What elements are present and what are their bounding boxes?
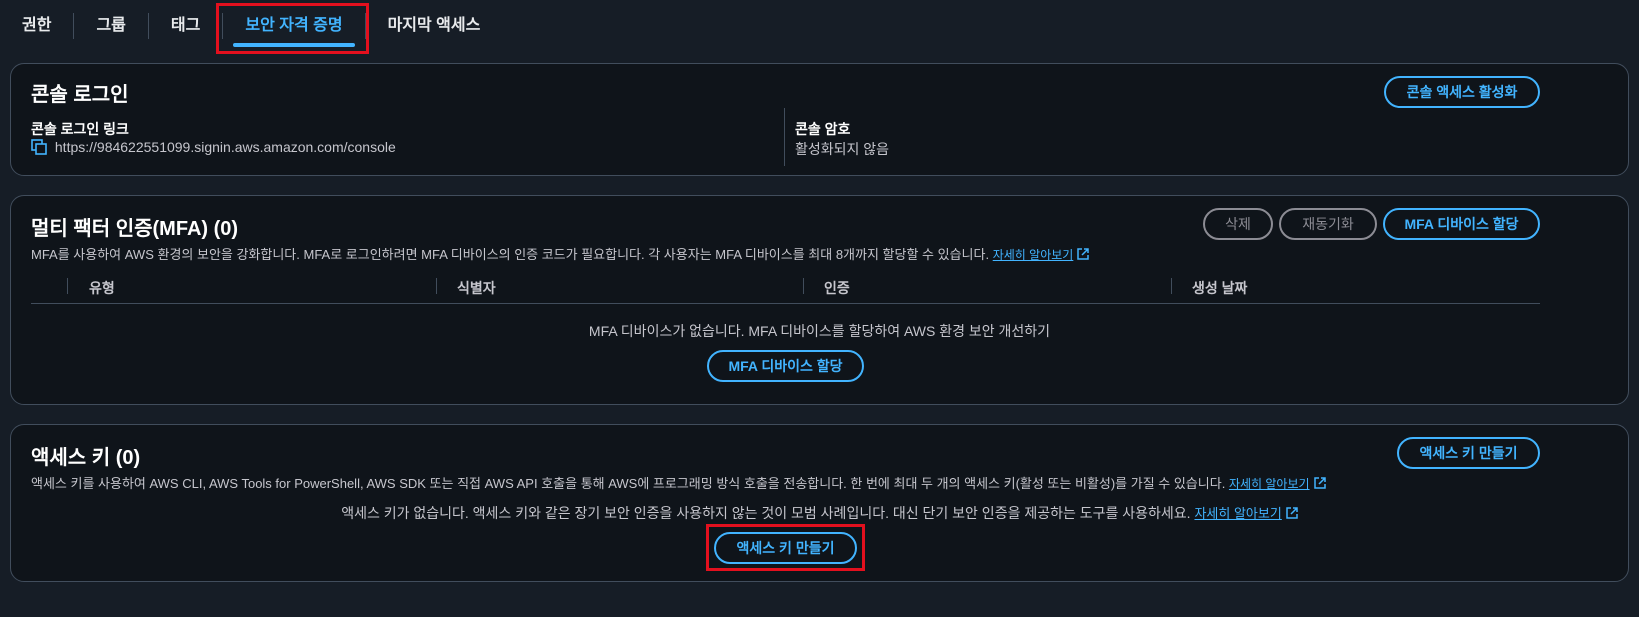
- mfa-description: MFA를 사용하여 AWS 환경의 보안을 강화합니다. MFA로 로그인하려면…: [31, 244, 1090, 263]
- delete-button[interactable]: 삭제: [1203, 208, 1273, 240]
- create-access-key-button[interactable]: 액세스 키 만들기: [1397, 437, 1540, 469]
- access-keys-description-text: 액세스 키를 사용하여 AWS CLI, AWS Tools for Power…: [31, 476, 1226, 491]
- table-header-divider: [67, 278, 68, 294]
- column-header-identifier: 식별자: [457, 280, 496, 296]
- console-login-title: 콘솔 로그인: [31, 84, 129, 106]
- external-link-icon: [1313, 477, 1326, 489]
- access-keys-learn-more-link[interactable]: 자세히 알아보기: [1229, 477, 1310, 491]
- enable-console-access-button[interactable]: 콘솔 액세스 활성화: [1384, 76, 1540, 108]
- column-header-type: 유형: [89, 280, 115, 296]
- access-keys-description: 액세스 키를 사용하여 AWS CLI, AWS Tools for Power…: [31, 473, 1326, 492]
- console-password-label: 콘솔 암호: [795, 121, 851, 137]
- tab-groups[interactable]: 그룹: [74, 0, 147, 52]
- active-tab-indicator: [233, 43, 355, 47]
- table-header-divider: [1171, 278, 1172, 294]
- mfa-title: 멀티 팩터 인증(MFA) (0): [31, 218, 239, 240]
- tab-security-credentials-label: 보안 자격 증명: [245, 17, 343, 34]
- assign-mfa-button[interactable]: MFA 디바이스 할당: [1383, 208, 1540, 240]
- console-link-value: https://984622551099.signin.aws.amazon.c…: [54, 139, 396, 155]
- external-link-icon: [1077, 248, 1090, 260]
- console-link-label: 콘솔 로그인 링크: [31, 121, 129, 137]
- console-password-value: 활성화되지 않음: [795, 141, 890, 157]
- mfa-description-text: MFA를 사용하여 AWS 환경의 보안을 강화합니다. MFA로 로그인하려면…: [31, 247, 990, 262]
- table-header-divider: [803, 278, 804, 294]
- column-divider: [784, 108, 785, 166]
- access-keys-empty-row: 액세스 키가 없습니다. 액세스 키와 같은 장기 보안 인증을 사용하지 않는…: [11, 503, 1628, 523]
- table-header-divider: [436, 278, 437, 294]
- resync-button[interactable]: 재동기화: [1279, 208, 1377, 240]
- access-keys-empty-message: 액세스 키가 없습니다. 액세스 키와 같은 장기 보안 인증을 사용하지 않는…: [341, 505, 1191, 521]
- access-keys-title: 액세스 키 (0): [31, 447, 141, 469]
- create-access-key-empty-button[interactable]: 액세스 키 만들기: [714, 532, 857, 564]
- console-link-row: https://984622551099.signin.aws.amazon.c…: [31, 139, 396, 155]
- tab-security-credentials[interactable]: 보안 자격 증명: [223, 0, 364, 52]
- column-header-certification: 인증: [824, 280, 850, 296]
- tab-permissions[interactable]: 권한: [0, 0, 73, 52]
- column-header-created-date: 생성 날짜: [1192, 280, 1248, 296]
- tab-last-accessed[interactable]: 마지막 액세스: [366, 0, 503, 52]
- mfa-learn-more-link[interactable]: 자세히 알아보기: [993, 248, 1074, 262]
- assign-mfa-empty-button[interactable]: MFA 디바이스 할당: [707, 350, 864, 382]
- mfa-card: 멀티 팩터 인증(MFA) (0) 삭제 재동기화 MFA 디바이스 할당 MF…: [10, 195, 1629, 405]
- tab-tags[interactable]: 태그: [149, 0, 222, 52]
- console-login-card: 콘솔 로그인 콘솔 액세스 활성화 콘솔 로그인 링크 https://9846…: [10, 63, 1629, 176]
- access-keys-card: 액세스 키 (0) 액세스 키 만들기 액세스 키를 사용하여 AWS CLI,…: [10, 424, 1629, 582]
- tab-bar: 권한 그룹 태그 보안 자격 증명 마지막 액세스: [0, 0, 1639, 52]
- mfa-empty-message: MFA 디바이스가 없습니다. MFA 디바이스를 할당하여 AWS 환경 보안…: [588, 323, 1051, 339]
- access-keys-empty-learn-more-link[interactable]: 자세히 알아보기: [1194, 506, 1281, 521]
- table-header-border: [31, 303, 1540, 304]
- external-link-icon: [1286, 507, 1298, 519]
- copy-icon[interactable]: [31, 139, 47, 155]
